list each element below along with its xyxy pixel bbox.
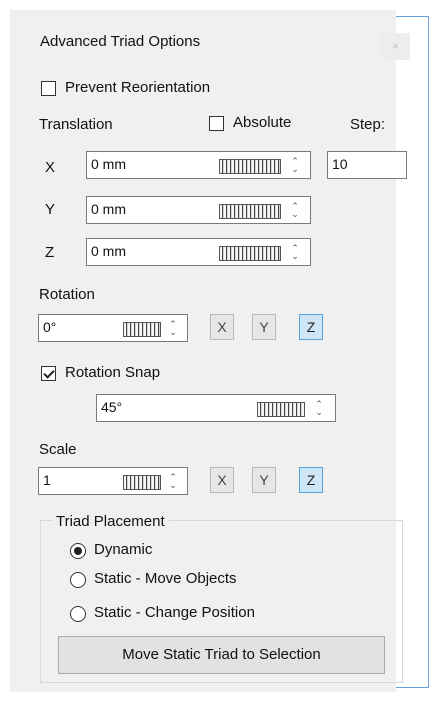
scale-x-button[interactable]: X — [210, 467, 234, 493]
radio-dynamic-label: Dynamic — [94, 541, 153, 558]
radio-static-change-position-label: Static - Change Position — [94, 604, 255, 621]
scale-spinner[interactable]: ⌃ ⌄ — [169, 473, 177, 490]
translation-z-axis-label: Z — [45, 244, 55, 261]
radio-static-move-objects[interactable] — [70, 572, 86, 588]
step-label: Step: — [350, 116, 386, 133]
translation-x-dial[interactable] — [219, 159, 281, 174]
translation-label: Translation — [39, 116, 113, 133]
scale-dial[interactable] — [123, 475, 161, 490]
translation-y-field[interactable]: 0 mm ⌃ ⌄ — [86, 196, 311, 224]
rotation-y-button[interactable]: Y — [252, 314, 276, 340]
absolute-checkbox[interactable] — [209, 116, 224, 131]
radio-static-change-position[interactable] — [70, 606, 86, 622]
scale-y-button[interactable]: Y — [252, 467, 276, 493]
prevent-reorientation-checkbox[interactable] — [41, 81, 56, 96]
translation-y-axis-label: Y — [45, 201, 56, 218]
rotation-field[interactable]: 0° ⌃ ⌄ — [38, 314, 188, 342]
translation-y-spinner[interactable]: ⌃ ⌄ — [291, 202, 299, 219]
rotation-snap-dial[interactable] — [257, 402, 305, 417]
translation-z-field[interactable]: 0 mm ⌃ ⌄ — [86, 238, 311, 266]
radio-dynamic[interactable] — [70, 543, 86, 559]
rotation-snap-value: 45° — [101, 399, 123, 415]
translation-x-axis-label: X — [45, 159, 56, 176]
rotation-snap-checkbox[interactable] — [41, 366, 56, 381]
translation-z-value: 0 mm — [91, 243, 126, 259]
spin-down-icon[interactable]: ⌄ — [169, 481, 177, 490]
scale-field[interactable]: 1 ⌃ ⌄ — [38, 467, 188, 495]
close-button[interactable]: × — [381, 33, 410, 60]
translation-x-spinner[interactable]: ⌃ ⌄ — [291, 157, 299, 174]
rotation-dial[interactable] — [123, 322, 161, 337]
translation-y-dial[interactable] — [219, 204, 281, 219]
rotation-spinner[interactable]: ⌃ ⌄ — [169, 320, 177, 337]
translation-z-dial[interactable] — [219, 246, 281, 261]
spin-down-icon[interactable]: ⌄ — [291, 210, 299, 219]
rotation-snap-field[interactable]: 45° ⌃ ⌄ — [96, 394, 336, 422]
rotation-x-button[interactable]: X — [210, 314, 234, 340]
radio-static-move-objects-label: Static - Move Objects — [94, 570, 237, 587]
rotation-snap-label: Rotation Snap — [65, 364, 161, 381]
scale-label: Scale — [39, 441, 77, 458]
prevent-reorientation-label: Prevent Reorientation — [65, 79, 211, 96]
rotation-label: Rotation — [39, 286, 95, 303]
move-static-triad-button[interactable]: Move Static Triad to Selection — [58, 636, 385, 674]
step-value: 10 — [332, 156, 348, 172]
translation-x-field[interactable]: 0 mm ⌃ ⌄ — [86, 151, 311, 179]
rotation-value: 0° — [43, 319, 57, 335]
spin-down-icon[interactable]: ⌄ — [291, 252, 299, 261]
rotation-z-button[interactable]: Z — [299, 314, 323, 340]
spin-down-icon[interactable]: ⌄ — [169, 328, 177, 337]
rotation-snap-spinner[interactable]: ⌃ ⌄ — [315, 400, 323, 417]
scale-z-button[interactable]: Z — [299, 467, 323, 493]
spin-down-icon[interactable]: ⌄ — [291, 165, 299, 174]
translation-y-value: 0 mm — [91, 201, 126, 217]
spin-down-icon[interactable]: ⌄ — [315, 408, 323, 417]
triad-placement-label: Triad Placement — [52, 513, 169, 530]
translation-z-spinner[interactable]: ⌃ ⌄ — [291, 244, 299, 261]
absolute-label: Absolute — [233, 114, 292, 131]
scale-value: 1 — [43, 472, 51, 488]
translation-x-value: 0 mm — [91, 156, 126, 172]
step-input[interactable]: 10 — [327, 151, 407, 179]
dialog-title: Advanced Triad Options — [40, 33, 201, 50]
